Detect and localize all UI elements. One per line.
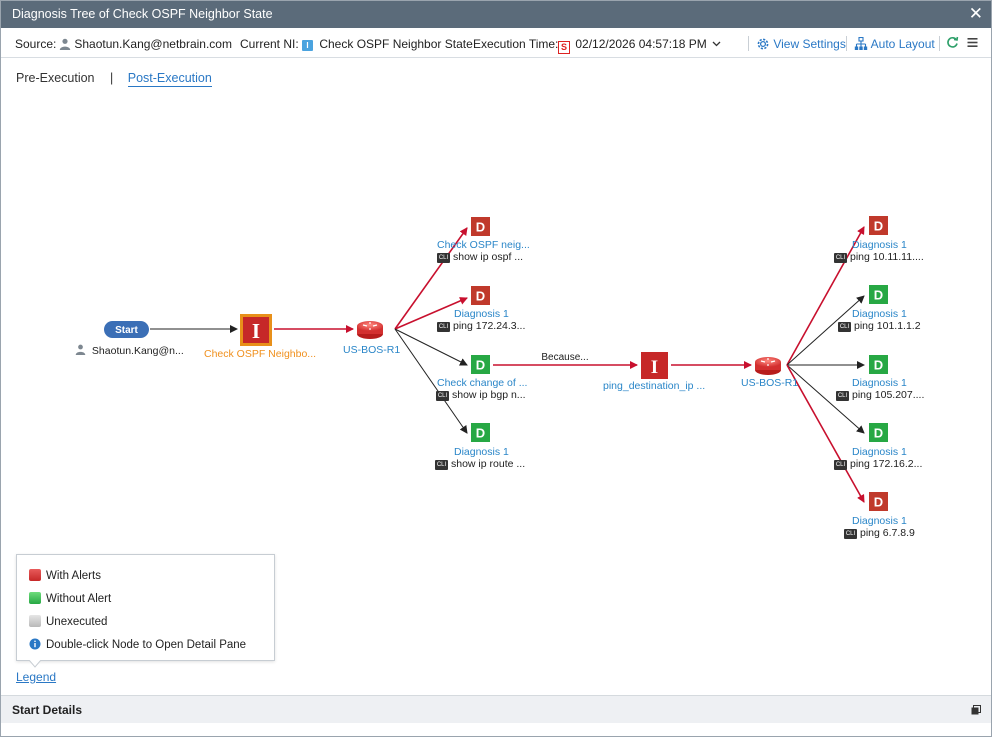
- diag-right-3-node-glyph: D: [874, 358, 883, 373]
- cli-icon: CLI: [437, 322, 450, 332]
- ok-swatch: [29, 592, 41, 604]
- diag-left-2-node-glyph: D: [476, 289, 485, 304]
- legend-caret: [29, 660, 41, 668]
- cli-icon: CLI: [435, 460, 448, 470]
- diag-left-2-command-text: ping 172.24.3...: [453, 320, 526, 332]
- diag-left-1-node-glyph: D: [476, 220, 485, 235]
- diag-left-1-command: CLI show ip ospf ...: [437, 251, 523, 263]
- cli-icon: CLI: [844, 529, 857, 539]
- diag-right-1-command-text: ping 10.11.11....: [850, 251, 924, 263]
- legend-unexecuted: Unexecuted: [29, 615, 107, 629]
- diag-right-5-command: CLI ping 6.7.8.9: [844, 527, 915, 539]
- diag-left-4-command: CLI show ip route ...: [435, 458, 525, 470]
- diag-right-2-command: CLI ping 101.1.1.2: [838, 320, 921, 332]
- cli-icon: CLI: [836, 391, 849, 401]
- cli-icon: CLI: [834, 253, 847, 263]
- diagnosis-nodes: D D D D D D D D D: [471, 216, 888, 511]
- diag-right-4-command-text: ping 172.16.2...: [850, 458, 923, 470]
- start-user-name: Shaotun.Kang@n...: [91, 345, 184, 357]
- unexecuted-swatch: [29, 615, 41, 627]
- diag-right-5-command-text: ping 6.7.8.9: [860, 527, 915, 539]
- diag-left-1-title: Check OSPF neig...: [437, 239, 530, 251]
- cli-icon: CLI: [436, 391, 449, 401]
- cli-icon: CLI: [838, 322, 851, 332]
- diag-left-2-command: CLI ping 172.24.3...: [437, 320, 525, 332]
- legend-with-alerts-label: With Alerts: [46, 570, 101, 582]
- start-details-bar[interactable]: Start Details: [1, 695, 991, 723]
- diag-left-4-title: Diagnosis 1: [454, 446, 509, 458]
- ni-node-1-glyph: I: [252, 319, 260, 343]
- device-1-label: US-BOS-R1: [343, 344, 401, 356]
- start-details-title: Start Details: [12, 703, 83, 717]
- diag-right-3-command: CLI ping 105.207....: [836, 389, 924, 401]
- router-icon[interactable]: [357, 321, 383, 339]
- person-icon: [75, 344, 86, 355]
- diag-left-3-title: Check change of ...: [437, 377, 528, 389]
- because-label: Because...: [541, 352, 588, 363]
- diag-right-1-title: Diagnosis 1: [852, 239, 907, 251]
- diag-left-4-command-text: show ip route ...: [451, 458, 526, 470]
- diag-right-1-command: CLI ping 10.11.11....: [834, 251, 924, 263]
- diag-right-5-node-glyph: D: [874, 495, 883, 510]
- restore-icon[interactable]: [971, 705, 981, 715]
- legend-tip-label: Double-click Node to Open Detail Pane: [46, 639, 247, 651]
- legend-unexecuted-label: Unexecuted: [46, 616, 108, 628]
- diag-right-3-command-text: ping 105.207....: [852, 389, 925, 401]
- diag-left-4-node-glyph: D: [476, 426, 485, 441]
- diag-right-4-title: Diagnosis 1: [852, 446, 907, 458]
- legend-with-alerts: With Alerts: [29, 569, 101, 583]
- start-user: Shaotun.Kang@n...: [75, 344, 184, 357]
- legend-without-alert: Without Alert: [29, 592, 111, 606]
- alert-swatch: [29, 569, 41, 581]
- diag-right-2-command-text: ping 101.1.1.2: [854, 320, 921, 332]
- legend-without-alert-label: Without Alert: [46, 593, 112, 605]
- device-2-label: US-BOS-R1: [741, 377, 799, 389]
- diag-right-4-command: CLI ping 172.16.2...: [834, 458, 922, 470]
- info-icon: [29, 638, 41, 650]
- start-node-label: Start: [115, 325, 138, 336]
- legend-panel: With Alerts Without Alert Unexecuted Dou…: [16, 554, 275, 661]
- router-icon[interactable]: [755, 357, 781, 375]
- ni-node-1-label: Check OSPF Neighbo...: [204, 348, 317, 360]
- diagnosis-tree-window: Diagnosis Tree of Check OSPF Neighbor St…: [0, 0, 992, 737]
- diag-right-2-node-glyph: D: [874, 288, 883, 303]
- diag-left-3-command-text: show ip bgp n...: [452, 389, 526, 401]
- diag-left-3-node-glyph: D: [476, 358, 485, 373]
- cli-icon: CLI: [437, 253, 450, 263]
- legend-tip: Double-click Node to Open Detail Pane: [29, 638, 246, 652]
- diag-right-2-title: Diagnosis 1: [852, 308, 907, 320]
- diag-left-2-title: Diagnosis 1: [454, 308, 509, 320]
- diag-right-4-node-glyph: D: [874, 426, 883, 441]
- diag-left-1-command-text: show ip ospf ...: [453, 251, 524, 263]
- diag-right-3-title: Diagnosis 1: [852, 377, 907, 389]
- legend-link[interactable]: Legend: [16, 670, 56, 684]
- diag-right-5-title: Diagnosis 1: [852, 515, 907, 527]
- cli-icon: CLI: [834, 460, 847, 470]
- ni-node-2-label: ping_destination_ip ...: [603, 380, 706, 392]
- ni-node-2-glyph: I: [651, 357, 658, 378]
- diag-left-3-command: CLI show ip bgp n...: [436, 389, 526, 401]
- diag-right-1-node-glyph: D: [874, 219, 883, 234]
- edge-device1-diag-left-3: [394, 328, 468, 366]
